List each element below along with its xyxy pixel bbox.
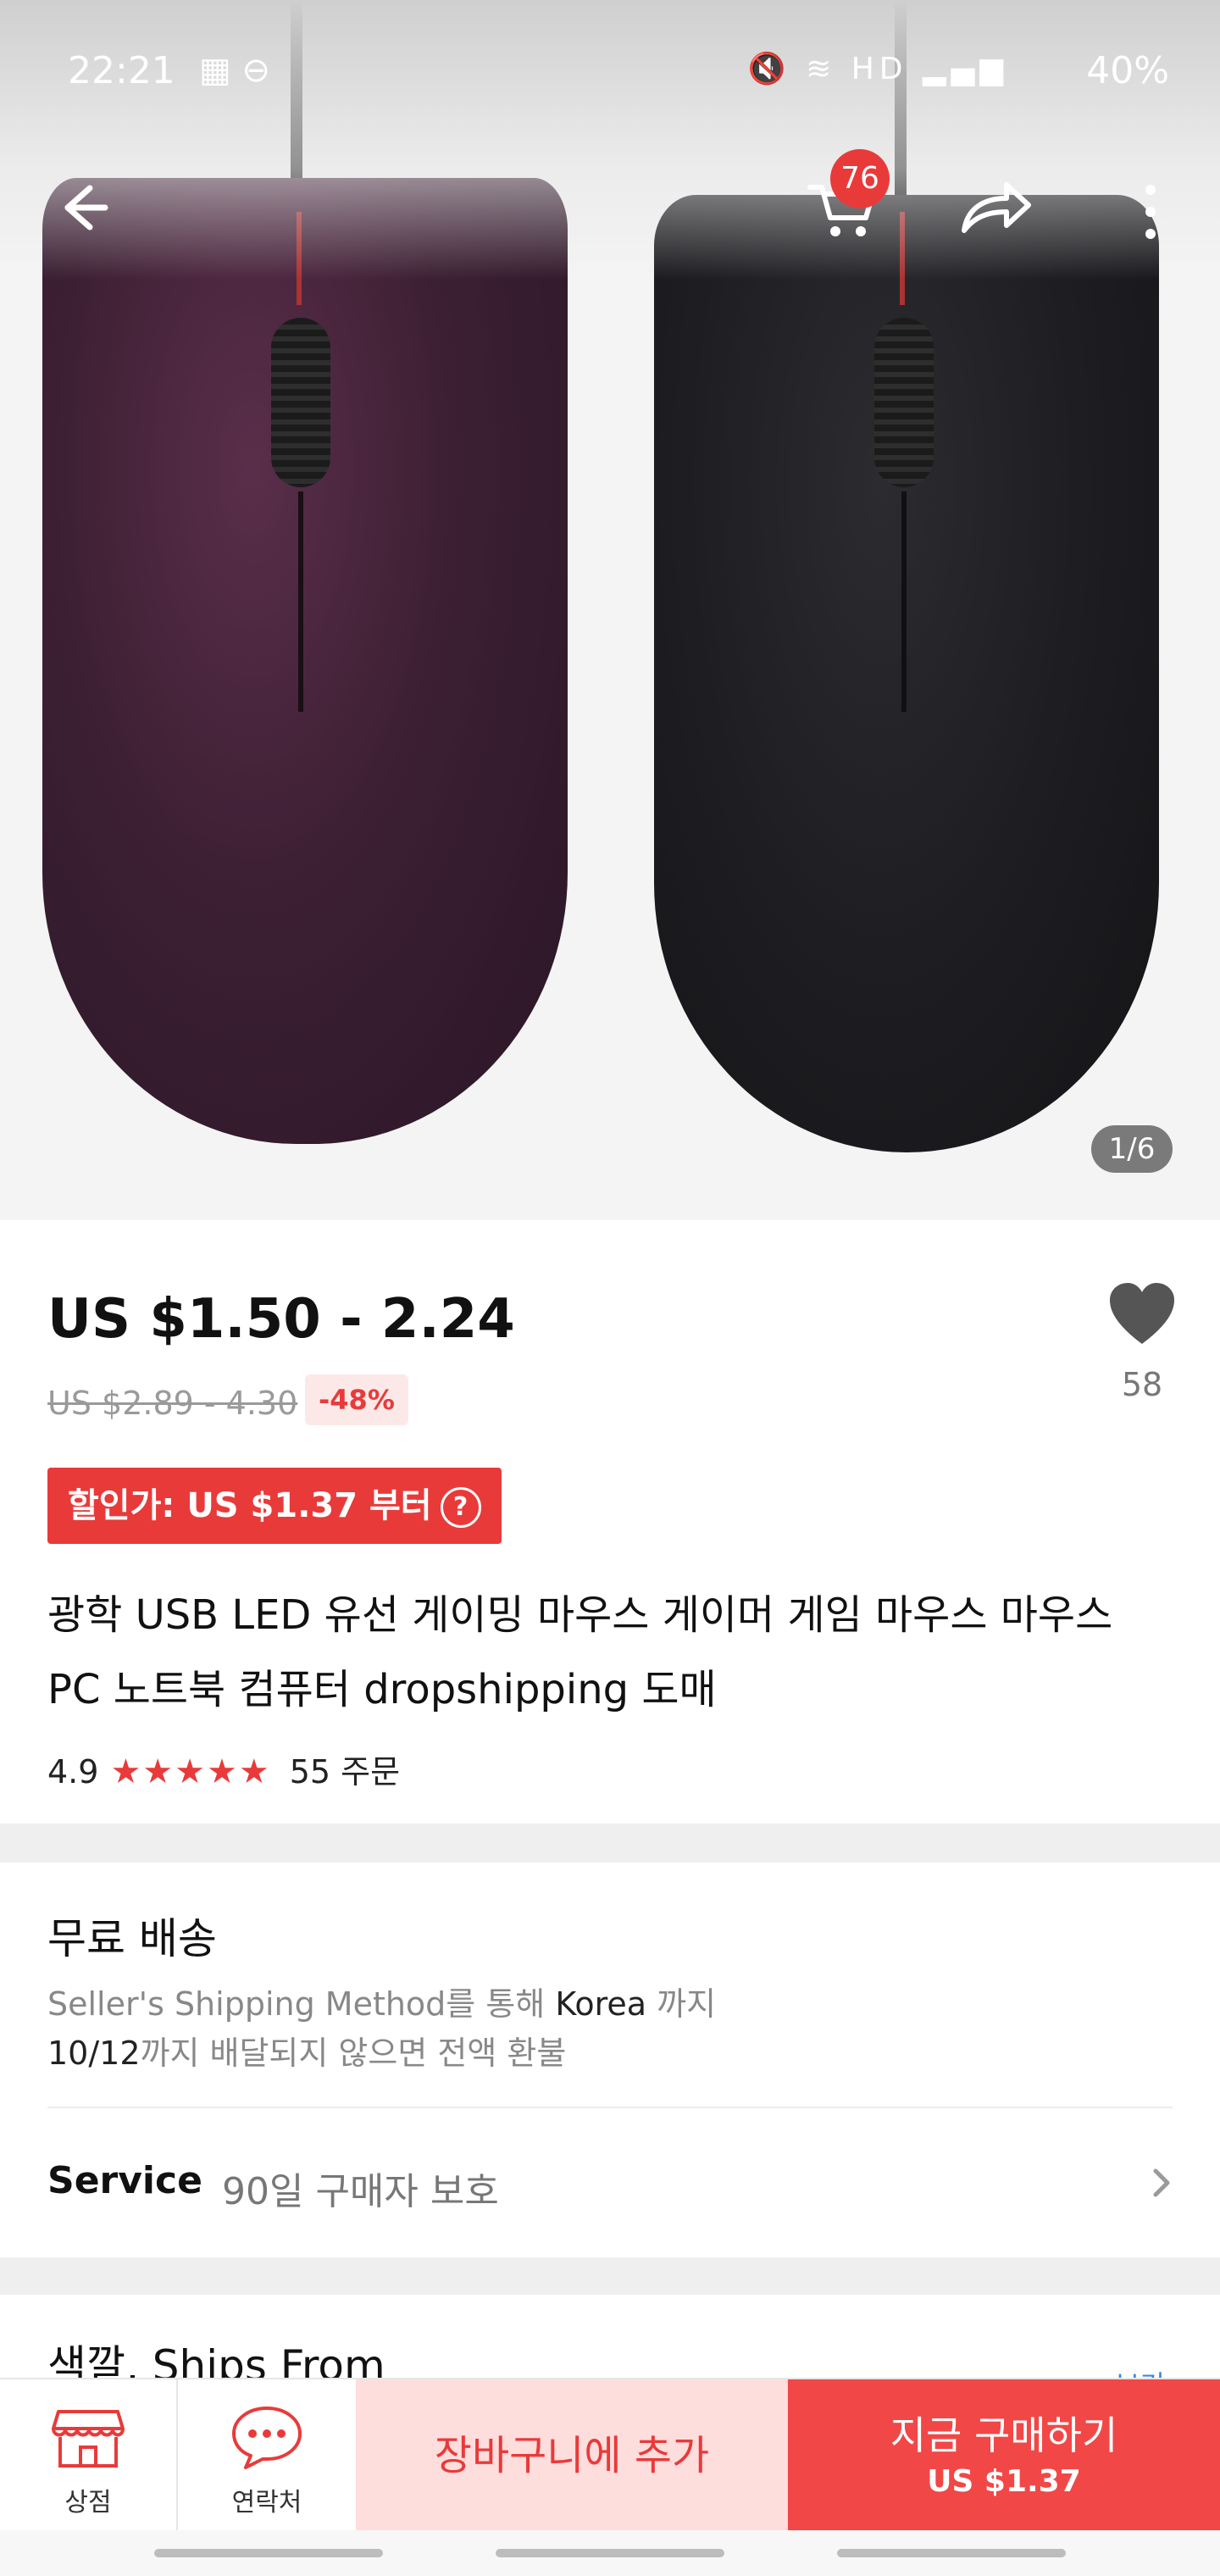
star-rating-icon: ★★★★★ [110,1752,271,1791]
mouse-wheel-left [271,318,330,487]
add-to-cart-button[interactable]: 장바구니에 추가 [356,2379,788,2532]
share-button[interactable] [957,178,1034,237]
status-bar: 22:21 ▦ ⊖ 🔇 ≋ HD ▂▄▆ 40% [68,49,1169,100]
more-vertical-icon [1145,185,1156,239]
shipping-method-text: Seller's Shipping Method를 통해 [47,1985,556,2023]
contact-label: 연락처 [231,2488,302,2518]
status-time: 22:21 [68,49,175,92]
divider [47,2107,1173,2108]
system-navigation-bar [0,2530,1220,2576]
wishlist-button[interactable] [1106,1280,1178,1351]
price: US $1.50 - 2.24 [47,1288,515,1351]
chat-icon [232,2407,302,2469]
original-price: US $2.89 - 4.30 [47,1385,298,1422]
battery-level: 40% [1086,49,1169,92]
back-button[interactable] [53,178,112,237]
delivery-date: 10/12 [47,2035,141,2072]
image-pager: 1/6 [1091,1125,1173,1173]
product-title: 광학 USB LED 유선 게이밍 마우스 게이머 게임 마우스 마우스 PC … [47,1591,1113,1713]
mouse-seam-right [901,491,907,712]
rating-row[interactable]: 4.9 ★★★★★ 55 주문 [47,1746,400,1792]
store-label: 상점 [64,2488,112,2518]
share-icon [962,182,1031,233]
promo-text: 할인가: US $1.37 부터 [68,1486,432,1525]
contact-button[interactable]: 연락처 [178,2379,356,2532]
network-type: HD [851,52,908,86]
recents-handle[interactable] [154,2549,383,2557]
heart-icon [1110,1283,1174,1344]
rating-value: 4.9 [47,1753,99,1790]
discount-badge: -48% [305,1374,408,1425]
arrow-left-icon [64,185,108,230]
promo-price-banner[interactable]: 할인가: US $1.37 부터? [47,1468,502,1544]
refund-guarantee: 10/12까지 배달되지 않으면 전액 환불 [47,2027,566,2074]
buy-now-price: US $1.37 [927,2464,1081,2499]
buy-now-button[interactable]: 지금 구매하기 US $1.37 [788,2379,1220,2532]
home-handle[interactable] [496,2549,724,2557]
service-value[interactable]: 90일 구매자 보호 [222,2161,499,2215]
cart-count-badge: 76 [830,149,890,208]
more-menu-button[interactable] [1134,178,1167,246]
refund-text: 까지 배달되지 않으면 전액 환불 [140,2035,567,2072]
product-image[interactable] [0,0,1220,1220]
store-button[interactable]: 상점 [0,2379,178,2532]
store-icon [52,2410,125,2468]
mouse-seam-left [298,491,303,712]
buy-now-label: 지금 구매하기 [890,2412,1118,2458]
bottom-action-bar: 상점 연락처 장바구니에 추가 지금 구매하기 US $1.37 [0,2378,1220,2532]
shipping-heading[interactable]: 무료 배송 [47,1905,217,1966]
calendar-dnd-icons: ▦ ⊖ [199,51,271,90]
mouse-wheel-right [874,318,934,487]
shipping-destination: Korea [555,1985,647,2023]
shipping-method: Seller's Shipping Method를 통해 Korea 까지 [47,1978,716,2024]
help-icon[interactable]: ? [440,1487,481,1528]
top-gradient [0,0,1220,280]
service-label: Service [47,2159,202,2202]
orders-count: 55 주문 [289,1753,401,1790]
back-handle[interactable] [837,2549,1066,2557]
chevron-right-icon[interactable] [1149,2166,1174,2200]
wishlist-count: 58 [1121,1366,1163,1403]
shipping-dest-suffix: 까지 [646,1985,717,2023]
section-divider [0,1824,1220,1863]
signal-icons: 🔇 ≋ HD ▂▄▆ [747,52,1008,86]
section-divider [0,2257,1220,2295]
